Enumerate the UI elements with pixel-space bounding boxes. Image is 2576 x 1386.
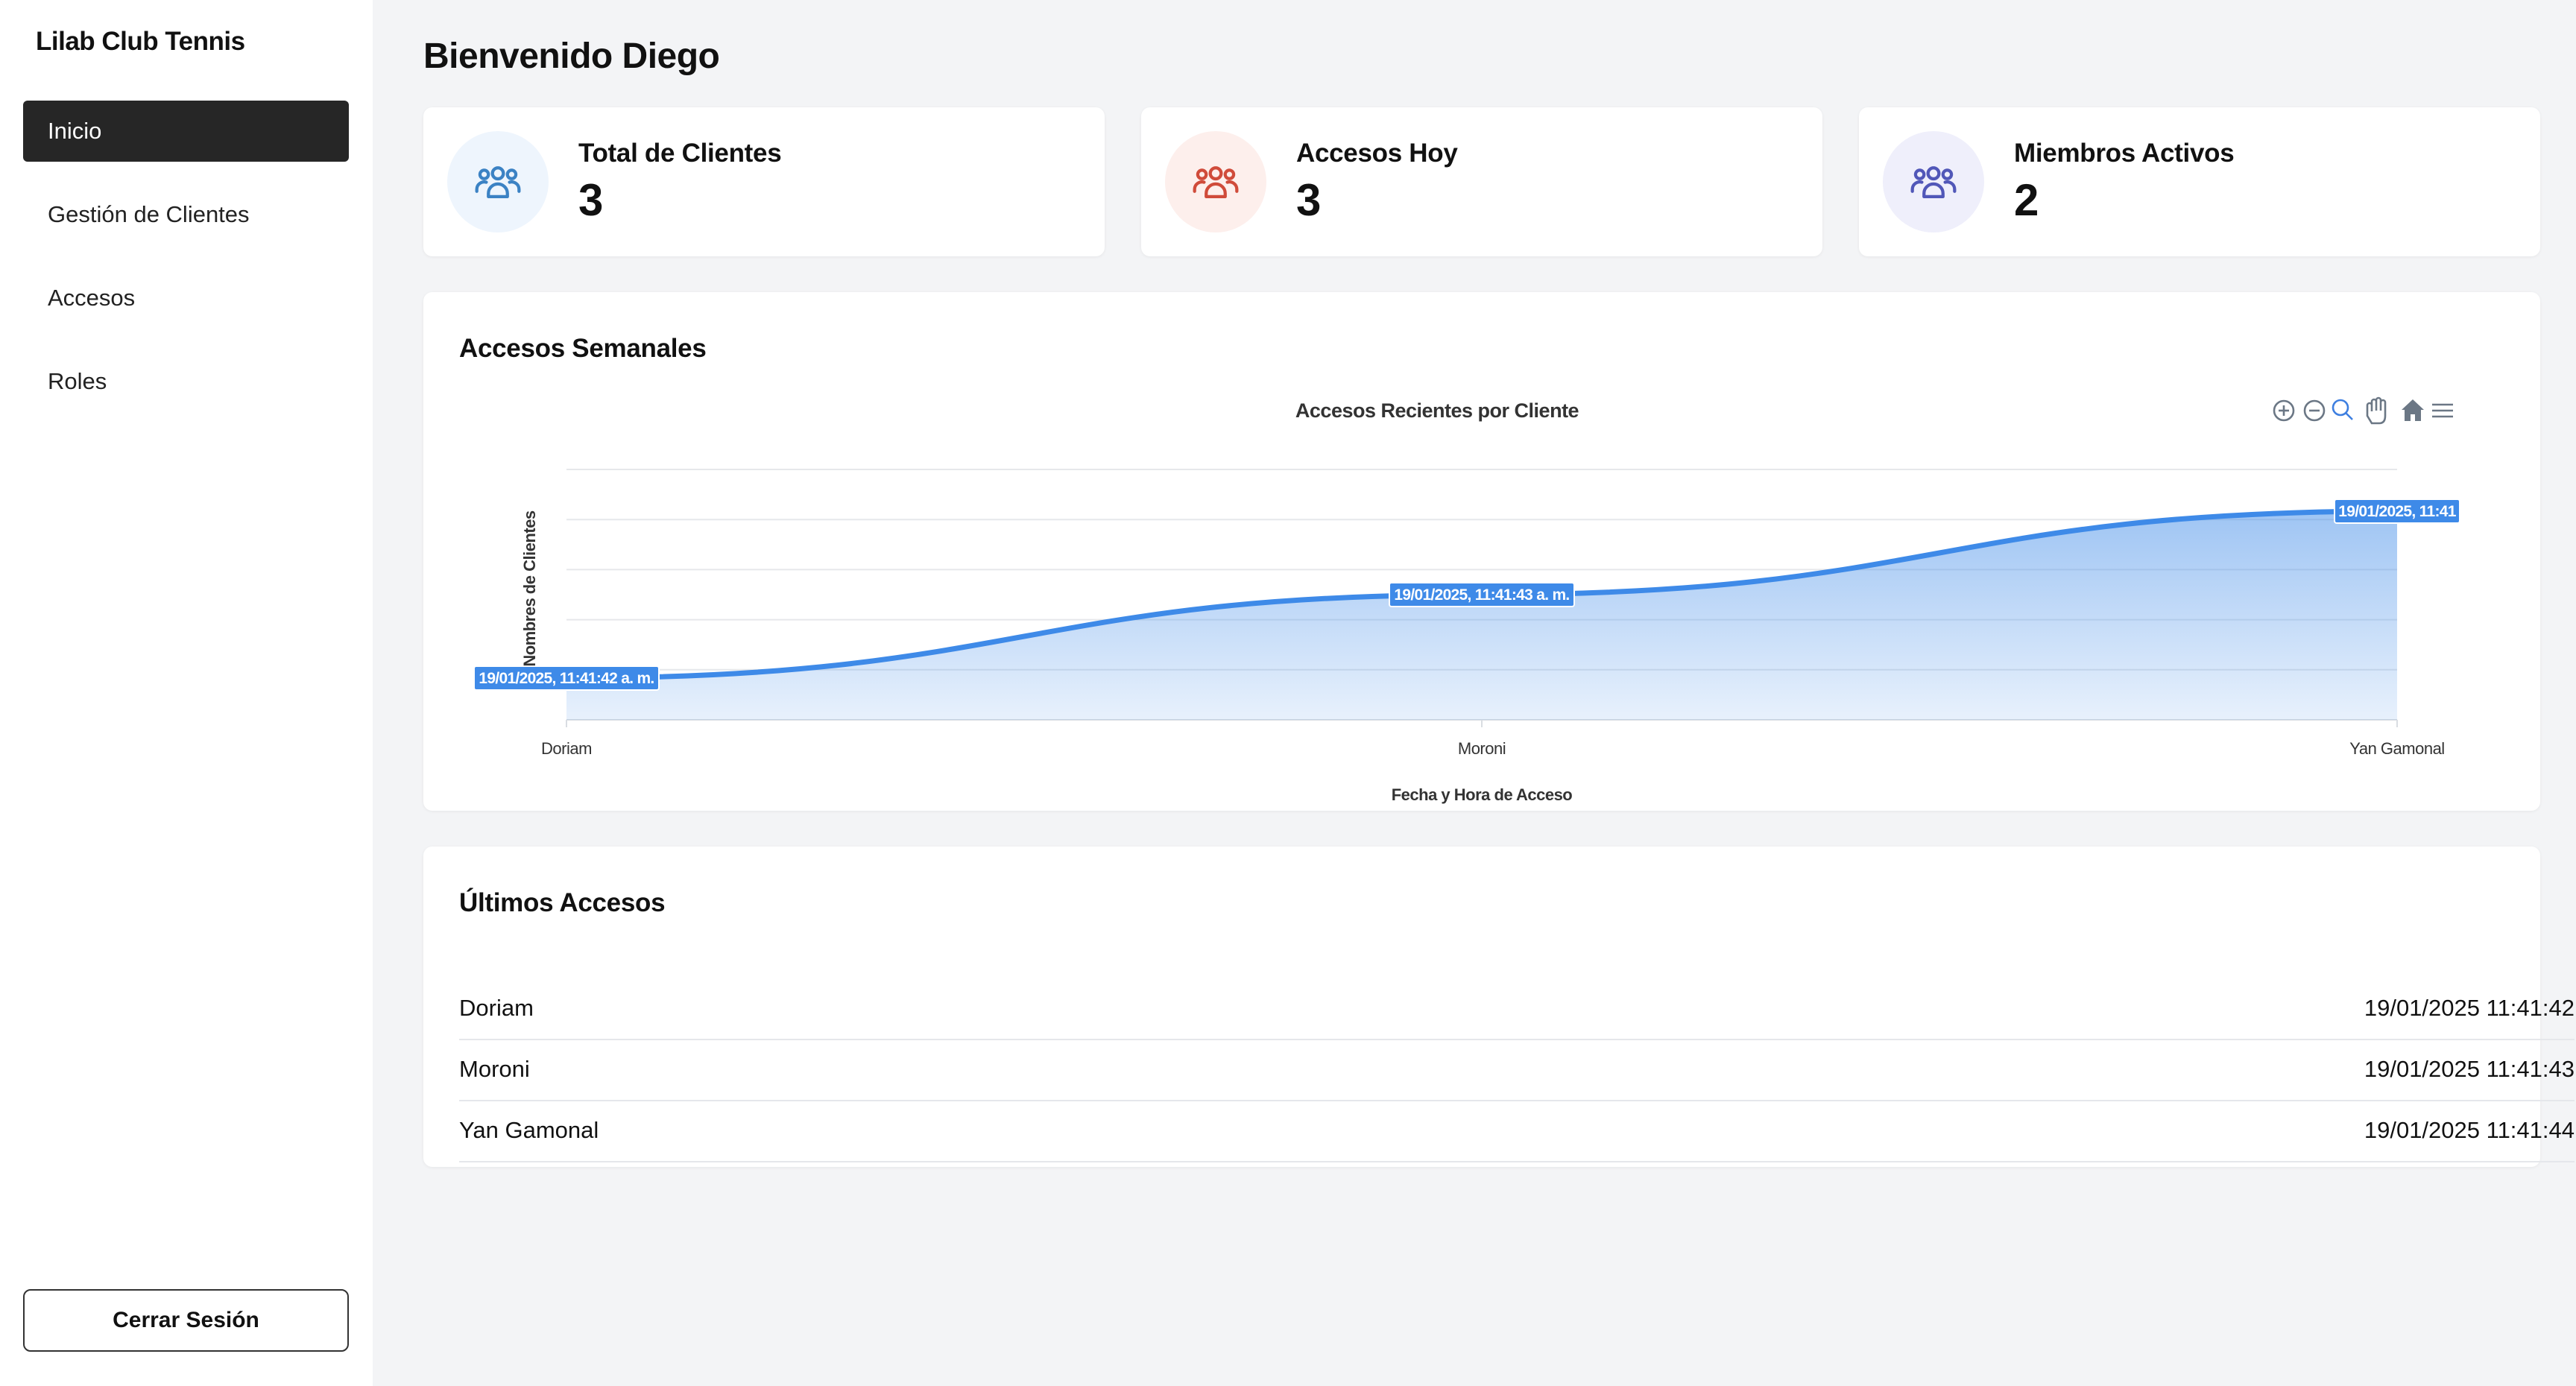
recent-access-title: Últimos Accesos bbox=[459, 888, 666, 917]
x-tick-label: Moroni bbox=[1458, 739, 1506, 758]
data-label: 19/01/2025, 11:41:42 a. m. bbox=[473, 665, 660, 691]
data-label-text: 19/01/2025, 11:41 bbox=[2338, 503, 2456, 520]
x-tick-label: Yan Gamonal bbox=[2349, 739, 2444, 758]
stat-icon-wrap bbox=[1165, 131, 1266, 232]
stat-card-miembros-activos: Miembros Activos 2 bbox=[1859, 107, 2540, 256]
stat-icon-wrap bbox=[1883, 131, 1984, 232]
data-label: 19/01/2025, 11:41 bbox=[2334, 499, 2460, 524]
search-icon[interactable] bbox=[2332, 399, 2353, 420]
table-row: Doriam 19/01/2025 11:41:42 bbox=[459, 978, 2575, 1040]
stat-value: 2 bbox=[2014, 175, 2039, 225]
row-name: Doriam bbox=[459, 995, 534, 1021]
stat-card-accesos-hoy: Accesos Hoy 3 bbox=[1141, 107, 1822, 256]
page-title: Bienvenido Diego bbox=[423, 37, 720, 76]
data-label-text: 19/01/2025, 11:41:42 a. m. bbox=[479, 670, 654, 687]
table-row: Moroni 19/01/2025 11:41:43 bbox=[459, 1039, 2575, 1101]
stat-value: 3 bbox=[1296, 175, 1322, 225]
weekly-access-card: Accesos Semanales Accesos Recientes por … bbox=[423, 292, 2540, 811]
zoom-out-icon[interactable] bbox=[2303, 399, 2326, 422]
chart-x-ticks: Doriam Moroni Yan Gamonal bbox=[541, 720, 2445, 758]
sidebar-item-accesos[interactable]: Accesos bbox=[23, 268, 349, 329]
stat-icon-wrap bbox=[447, 131, 549, 232]
row-time: 19/01/2025 11:41:42 bbox=[2364, 995, 2575, 1021]
sidebar-item-roles[interactable]: Roles bbox=[23, 351, 349, 412]
recent-access-card: Últimos Accesos Doriam 19/01/2025 11:41:… bbox=[423, 847, 2575, 1167]
users-icon bbox=[1193, 166, 1239, 198]
x-axis-title: Fecha y Hora de Acceso bbox=[1392, 785, 1573, 804]
data-label: 19/01/2025, 11:41:43 a. m. bbox=[1389, 582, 1575, 607]
zoom-in-icon[interactable] bbox=[2273, 399, 2295, 422]
logout-button[interactable]: Cerrar Sesión bbox=[23, 1289, 349, 1352]
home-icon[interactable] bbox=[2402, 399, 2424, 421]
app-title: Lilab Club Tennis bbox=[36, 27, 245, 56]
sidebar-item-gestion-clientes[interactable]: Gestión de Clientes bbox=[23, 184, 349, 245]
stat-label: Total de Clientes bbox=[578, 139, 782, 168]
stat-card-total-clientes: Total de Clientes 3 bbox=[423, 107, 1105, 256]
row-time: 19/01/2025 11:41:44 bbox=[2364, 1117, 2575, 1143]
table-row: Yan Gamonal 19/01/2025 11:41:44 bbox=[459, 1100, 2575, 1162]
users-icon bbox=[1910, 166, 1957, 198]
series-area bbox=[566, 511, 2397, 720]
row-name: Moroni bbox=[459, 1056, 530, 1082]
row-time: 19/01/2025 11:41:43 bbox=[2364, 1056, 2575, 1082]
stat-value: 3 bbox=[578, 175, 604, 225]
y-axis-title: Nombres de Clientes bbox=[520, 510, 539, 667]
sidebar-item-inicio[interactable]: Inicio bbox=[23, 101, 349, 162]
chart-title: Accesos Recientes por Cliente bbox=[1295, 399, 1579, 422]
menu-icon[interactable] bbox=[2432, 403, 2453, 418]
sidebar-nav: Inicio Gestión de Clientes Accesos Roles bbox=[23, 101, 349, 434]
data-label-text: 19/01/2025, 11:41:43 a. m. bbox=[1394, 586, 1569, 604]
x-tick-label: Doriam bbox=[541, 739, 592, 758]
row-name: Yan Gamonal bbox=[459, 1117, 599, 1143]
stat-label: Miembros Activos bbox=[2014, 139, 2235, 168]
users-icon bbox=[475, 166, 521, 198]
main-content: Bienvenido Diego Total de Clientes 3 Acc… bbox=[373, 0, 2576, 1386]
access-chart: Accesos Recientes por Cliente Doriam Moro… bbox=[473, 396, 2460, 804]
sidebar: Lilab Club Tennis Inicio Gestión de Clie… bbox=[0, 0, 373, 1386]
pan-hand-icon[interactable] bbox=[2366, 396, 2387, 425]
stat-label: Accesos Hoy bbox=[1296, 139, 1458, 168]
chart-toolbar bbox=[2273, 396, 2453, 425]
